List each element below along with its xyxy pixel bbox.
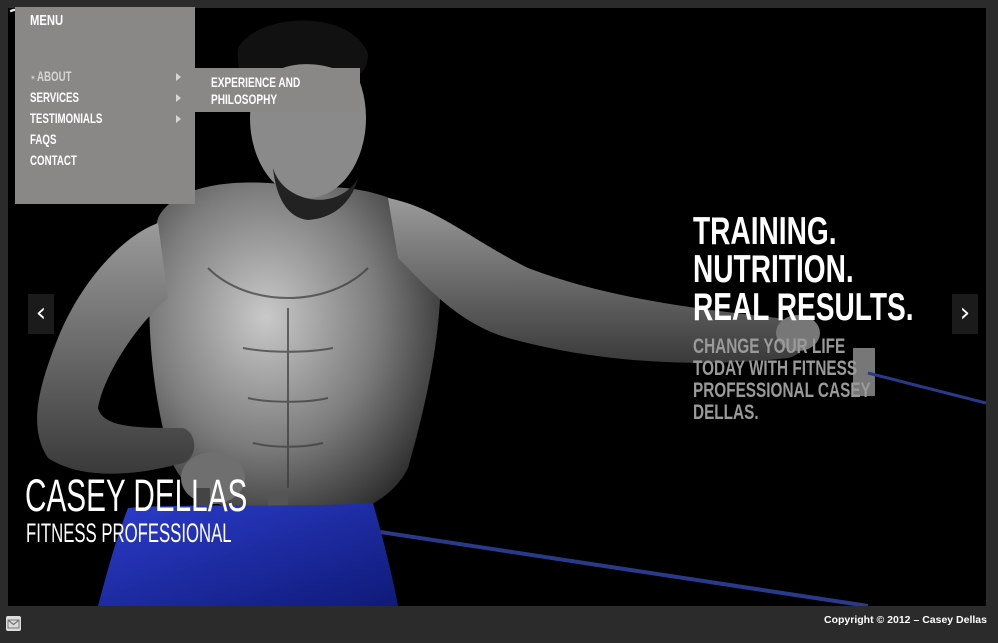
chevron-right-icon xyxy=(176,73,181,81)
menu-item-about[interactable]: ✶ ABOUT xyxy=(30,69,181,87)
menu-item-contact[interactable]: CONTACT xyxy=(30,153,180,171)
subheadline-text: CHANGE YOUR LIFE TODAY WITH FITNESS PROF… xyxy=(693,335,871,424)
mail-icon[interactable] xyxy=(6,616,21,631)
menu-item-label: CONTACT xyxy=(30,153,77,168)
menu-item-label: ABOUT xyxy=(37,69,72,84)
menu-item-testimonials[interactable]: TESTIMONIALS xyxy=(30,111,181,129)
headline-line-3: REAL RESULTS. xyxy=(693,286,914,329)
hero-headline: TRAINING. NUTRITION. REAL RESULTS. xyxy=(693,210,986,329)
menu-item-label: FAQS xyxy=(30,132,57,147)
brand-name: CASEY DELLAS xyxy=(25,470,248,521)
hero-subheadline: CHANGE YOUR LIFE TODAY WITH FITNESS PROF… xyxy=(693,336,953,424)
menu-item-label: SERVICES xyxy=(30,90,79,105)
main-menu: MENU ✶ ABOUT SERVICES TESTIMONIALS FAQS … xyxy=(15,7,195,204)
menu-item-faqs[interactable]: FAQS xyxy=(30,132,180,150)
bullet-icon: ✶ xyxy=(30,75,36,82)
copyright-text: Copyright © 2012 – Casey Dellas xyxy=(824,614,987,626)
submenu-about: EXPERIENCE AND PHILOSOPHY xyxy=(195,68,360,112)
submenu-item-experience[interactable]: EXPERIENCE AND PHILOSOPHY xyxy=(211,74,319,108)
chevron-right-icon xyxy=(176,115,181,123)
headline-line-1: TRAINING. xyxy=(693,210,837,253)
menu-item-services[interactable]: SERVICES xyxy=(30,90,181,108)
footer: Copyright © 2012 – Casey Dellas xyxy=(0,606,998,643)
menu-title[interactable]: MENU xyxy=(30,12,63,29)
headline-line-2: NUTRITION. xyxy=(693,248,854,291)
menu-item-label: TESTIMONIALS xyxy=(30,111,103,126)
previous-slide-button[interactable]: ‹ xyxy=(28,294,54,334)
brand-title: FITNESS PROFESSIONAL xyxy=(26,518,232,548)
chevron-right-icon xyxy=(176,94,181,102)
